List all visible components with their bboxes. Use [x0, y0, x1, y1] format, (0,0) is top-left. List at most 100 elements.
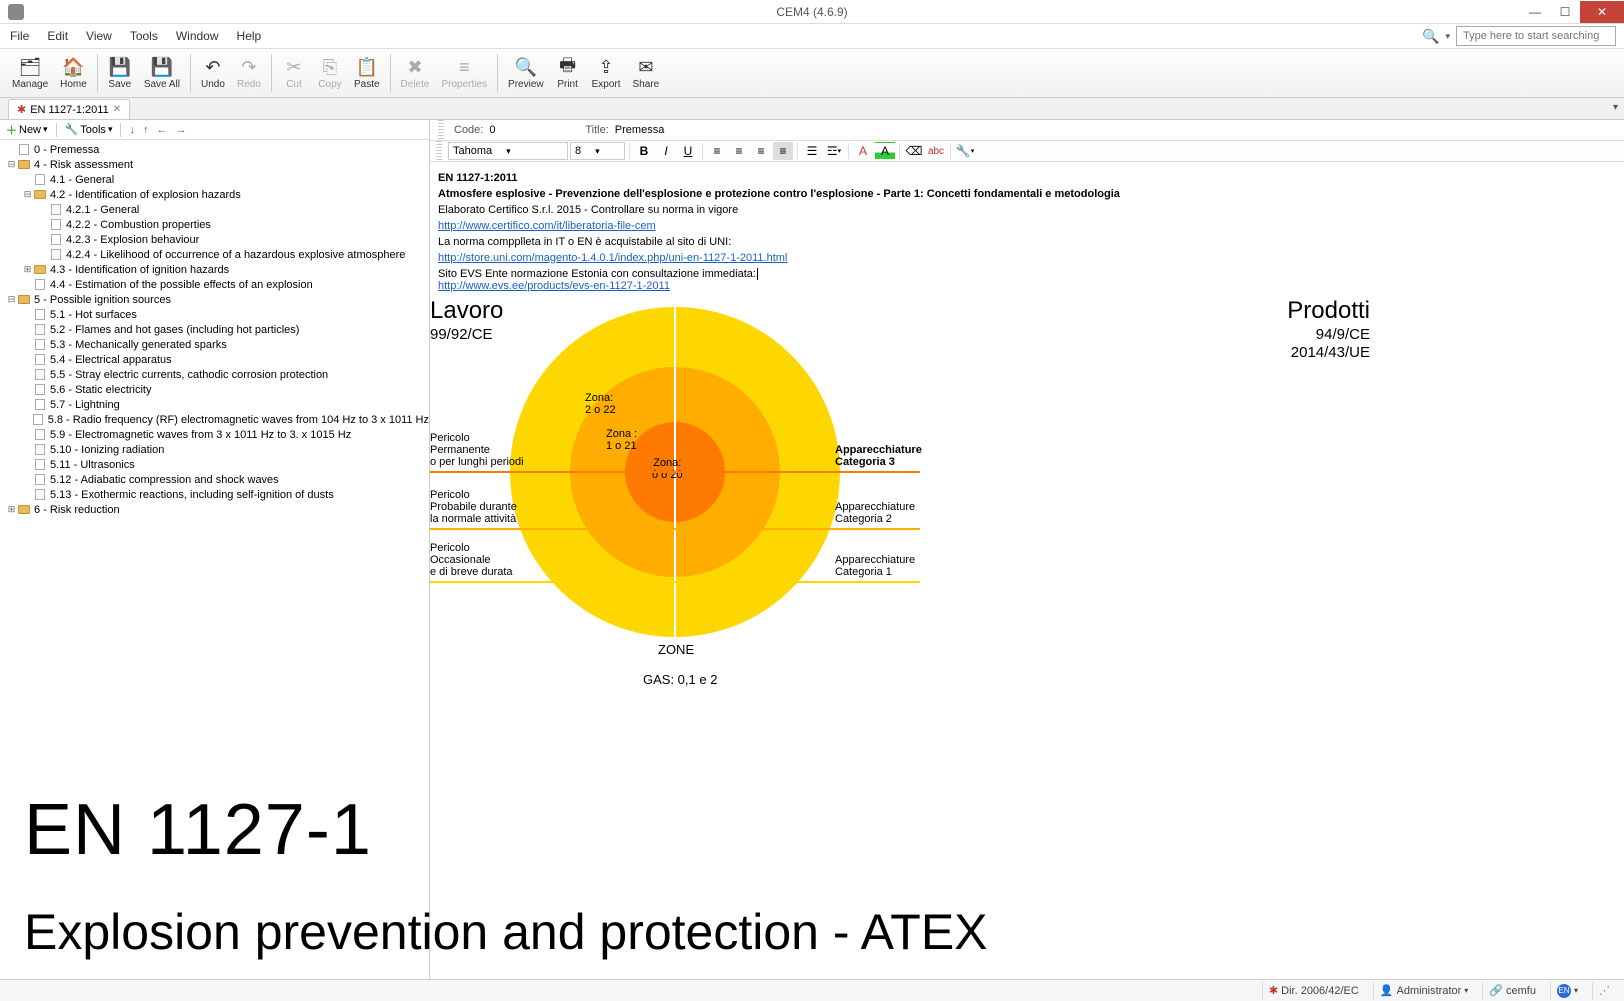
settings-button[interactable]: 🔧▾ [955, 142, 975, 160]
font-color-button[interactable]: A [853, 142, 873, 160]
tree-node[interactable]: 5.13 - Exothermic reactions, including s… [0, 487, 429, 502]
tree-node[interactable]: ⊟4.2 - Identification of explosion hazar… [0, 187, 429, 202]
tree-tools-button[interactable]: 🔧Tools ▾ [63, 123, 115, 136]
tree-node[interactable]: 5.3 - Mechanically generated sparks [0, 337, 429, 352]
tree-toggle-icon[interactable]: ⊞ [22, 264, 33, 275]
tree-node[interactable]: 5.2 - Flames and hot gases (including ho… [0, 322, 429, 337]
tab-document[interactable]: ✱ EN 1127-1:2011 ✕ [8, 99, 130, 119]
doc-link2[interactable]: http://store.uni.com/magento-1.4.0.1/ind… [438, 252, 787, 264]
tree-toggle-icon[interactable]: ⊟ [6, 294, 17, 305]
menu-tools[interactable]: Tools [130, 29, 158, 43]
close-button[interactable]: ✕ [1580, 1, 1624, 23]
spellcheck-button[interactable]: abc [926, 142, 946, 160]
save-button[interactable]: 💾Save [102, 50, 138, 96]
undo-button[interactable]: ↶Undo [195, 50, 231, 96]
nav-back-icon[interactable]: ← [154, 124, 169, 136]
paste-button[interactable]: 📋Paste [348, 50, 386, 96]
tab-close-icon[interactable]: ✕ [113, 104, 121, 115]
home-button[interactable]: 🏠Home [54, 50, 93, 96]
tree-node[interactable]: 5.8 - Radio frequency (RF) electromagnet… [0, 412, 429, 427]
italic-button[interactable]: I [656, 142, 676, 160]
minimize-button[interactable]: — [1520, 1, 1550, 23]
copy-button: ⎘Copy [312, 50, 348, 96]
align-center-button[interactable]: ≡ [729, 142, 749, 160]
status-user[interactable]: 👤Administrator▾ [1373, 982, 1475, 1000]
menu-view[interactable]: View [86, 29, 112, 43]
delete-button: ✖Delete [395, 50, 436, 96]
tree-node[interactable]: 4.2.3 - Explosion behaviour [0, 232, 429, 247]
font-family-select[interactable]: Tahoma▾ [448, 142, 568, 160]
menu-edit[interactable]: Edit [47, 29, 68, 43]
doc-link1[interactable]: http://www.certifico.com/it/liberatoria-… [438, 220, 656, 232]
tree-node[interactable]: 5.10 - Ionizing radiation [0, 442, 429, 457]
tree-toggle-icon[interactable]: ⊟ [6, 159, 17, 170]
font-size-select[interactable]: 8▾ [570, 142, 625, 160]
tree-toggle-icon[interactable]: ⊟ [22, 189, 33, 200]
share-button[interactable]: ✉Share [627, 50, 666, 96]
document-icon [33, 324, 47, 336]
tree-node[interactable]: 4.2.2 - Combustion properties [0, 217, 429, 232]
underline-button[interactable]: U [678, 142, 698, 160]
status-directive[interactable]: ✱Dir. 2006/42/EC [1262, 982, 1365, 1000]
code-value[interactable]: 0 [489, 124, 549, 136]
highlight-button[interactable]: A [875, 142, 895, 160]
status-lang-icon[interactable]: EN▾ [1550, 982, 1584, 1000]
tree-node[interactable]: 5.11 - Ultrasonics [0, 457, 429, 472]
doc-link3[interactable]: http://www.evs.ee/products/evs-en-1127-1… [438, 280, 670, 292]
nav-down-icon[interactable]: ↓ [127, 124, 137, 136]
document-icon [17, 144, 31, 156]
document-body[interactable]: EN 1127-1:2011 Atmosfere esplosive - Pre… [430, 162, 1624, 979]
home-icon: 🏠 [62, 57, 84, 79]
tab-icon: ✱ [17, 103, 26, 116]
tree-new-button[interactable]: ＋New ▾ [4, 122, 50, 138]
save-label: Save [108, 79, 131, 90]
status-resize-grip-icon[interactable]: ⋰ [1592, 982, 1616, 1000]
tree-node[interactable]: 5.9 - Electromagnetic waves from 3 x 101… [0, 427, 429, 442]
tree-node[interactable]: 4.1 - General [0, 172, 429, 187]
tree-node[interactable]: 5.1 - Hot surfaces [0, 307, 429, 322]
search-input[interactable] [1456, 26, 1616, 46]
undo-icon: ↶ [202, 57, 224, 79]
tree-node[interactable]: ⊟4 - Risk assessment [0, 157, 429, 172]
menu-help[interactable]: Help [237, 29, 262, 43]
tree-node[interactable]: 0 - Premessa [0, 142, 429, 157]
tree-node[interactable]: 5.4 - Electrical apparatus [0, 352, 429, 367]
properties-label: Properties [441, 79, 487, 90]
document-icon [33, 339, 47, 351]
tree-node[interactable]: 4.4 - Estimation of the possible effects… [0, 277, 429, 292]
eraser-button[interactable]: ⌫ [904, 142, 924, 160]
nav-forward-icon[interactable]: → [173, 124, 188, 136]
title-value[interactable]: Premessa [615, 124, 665, 136]
align-justify-button[interactable]: ≡ [773, 142, 793, 160]
preview-button[interactable]: 🔍Preview [502, 50, 550, 96]
maximize-button[interactable]: ☐ [1550, 1, 1580, 23]
nav-up-icon[interactable]: ↑ [141, 124, 151, 136]
tree-node[interactable]: 5.6 - Static electricity [0, 382, 429, 397]
bullet-list-button[interactable]: ☰ [802, 142, 822, 160]
search-icon[interactable]: 🔍 [1422, 28, 1439, 45]
number-list-button[interactable]: ☲▾ [824, 142, 844, 160]
tree-node[interactable]: 5.12 - Adiabatic compression and shock w… [0, 472, 429, 487]
menu-file[interactable]: File [10, 29, 29, 43]
status-db[interactable]: 🔗cemfu [1482, 982, 1542, 1000]
tab-overflow-icon[interactable]: ▾ [1613, 102, 1618, 113]
tree-view[interactable]: 0 - Premessa⊟4 - Risk assessment4.1 - Ge… [0, 140, 429, 519]
tree-node[interactable]: ⊞4.3 - Identification of ignition hazard… [0, 262, 429, 277]
tree-node[interactable]: 4.2.4 - Likelihood of occurrence of a ha… [0, 247, 429, 262]
bold-button[interactable]: B [634, 142, 654, 160]
tree-node[interactable]: ⊞6 - Risk reduction [0, 502, 429, 517]
print-button[interactable]: 🖶Print [550, 50, 586, 96]
saveall-button[interactable]: 💾Save All [138, 50, 186, 96]
menu-window[interactable]: Window [176, 29, 219, 43]
titlebar: CEM4 (4.6.9) — ☐ ✕ [0, 0, 1624, 24]
align-right-button[interactable]: ≡ [751, 142, 771, 160]
align-left-button[interactable]: ≡ [707, 142, 727, 160]
search-dropdown-icon[interactable]: ▾ [1445, 31, 1450, 42]
manage-button[interactable]: 🗂Manage [6, 50, 54, 96]
tree-toggle-icon[interactable]: ⊞ [6, 504, 17, 515]
export-button[interactable]: ⇪Export [586, 50, 627, 96]
tree-node[interactable]: ⊟5 - Possible ignition sources [0, 292, 429, 307]
tree-node[interactable]: 5.7 - Lightning [0, 397, 429, 412]
tree-node[interactable]: 4.2.1 - General [0, 202, 429, 217]
tree-node[interactable]: 5.5 - Stray electric currents, cathodic … [0, 367, 429, 382]
